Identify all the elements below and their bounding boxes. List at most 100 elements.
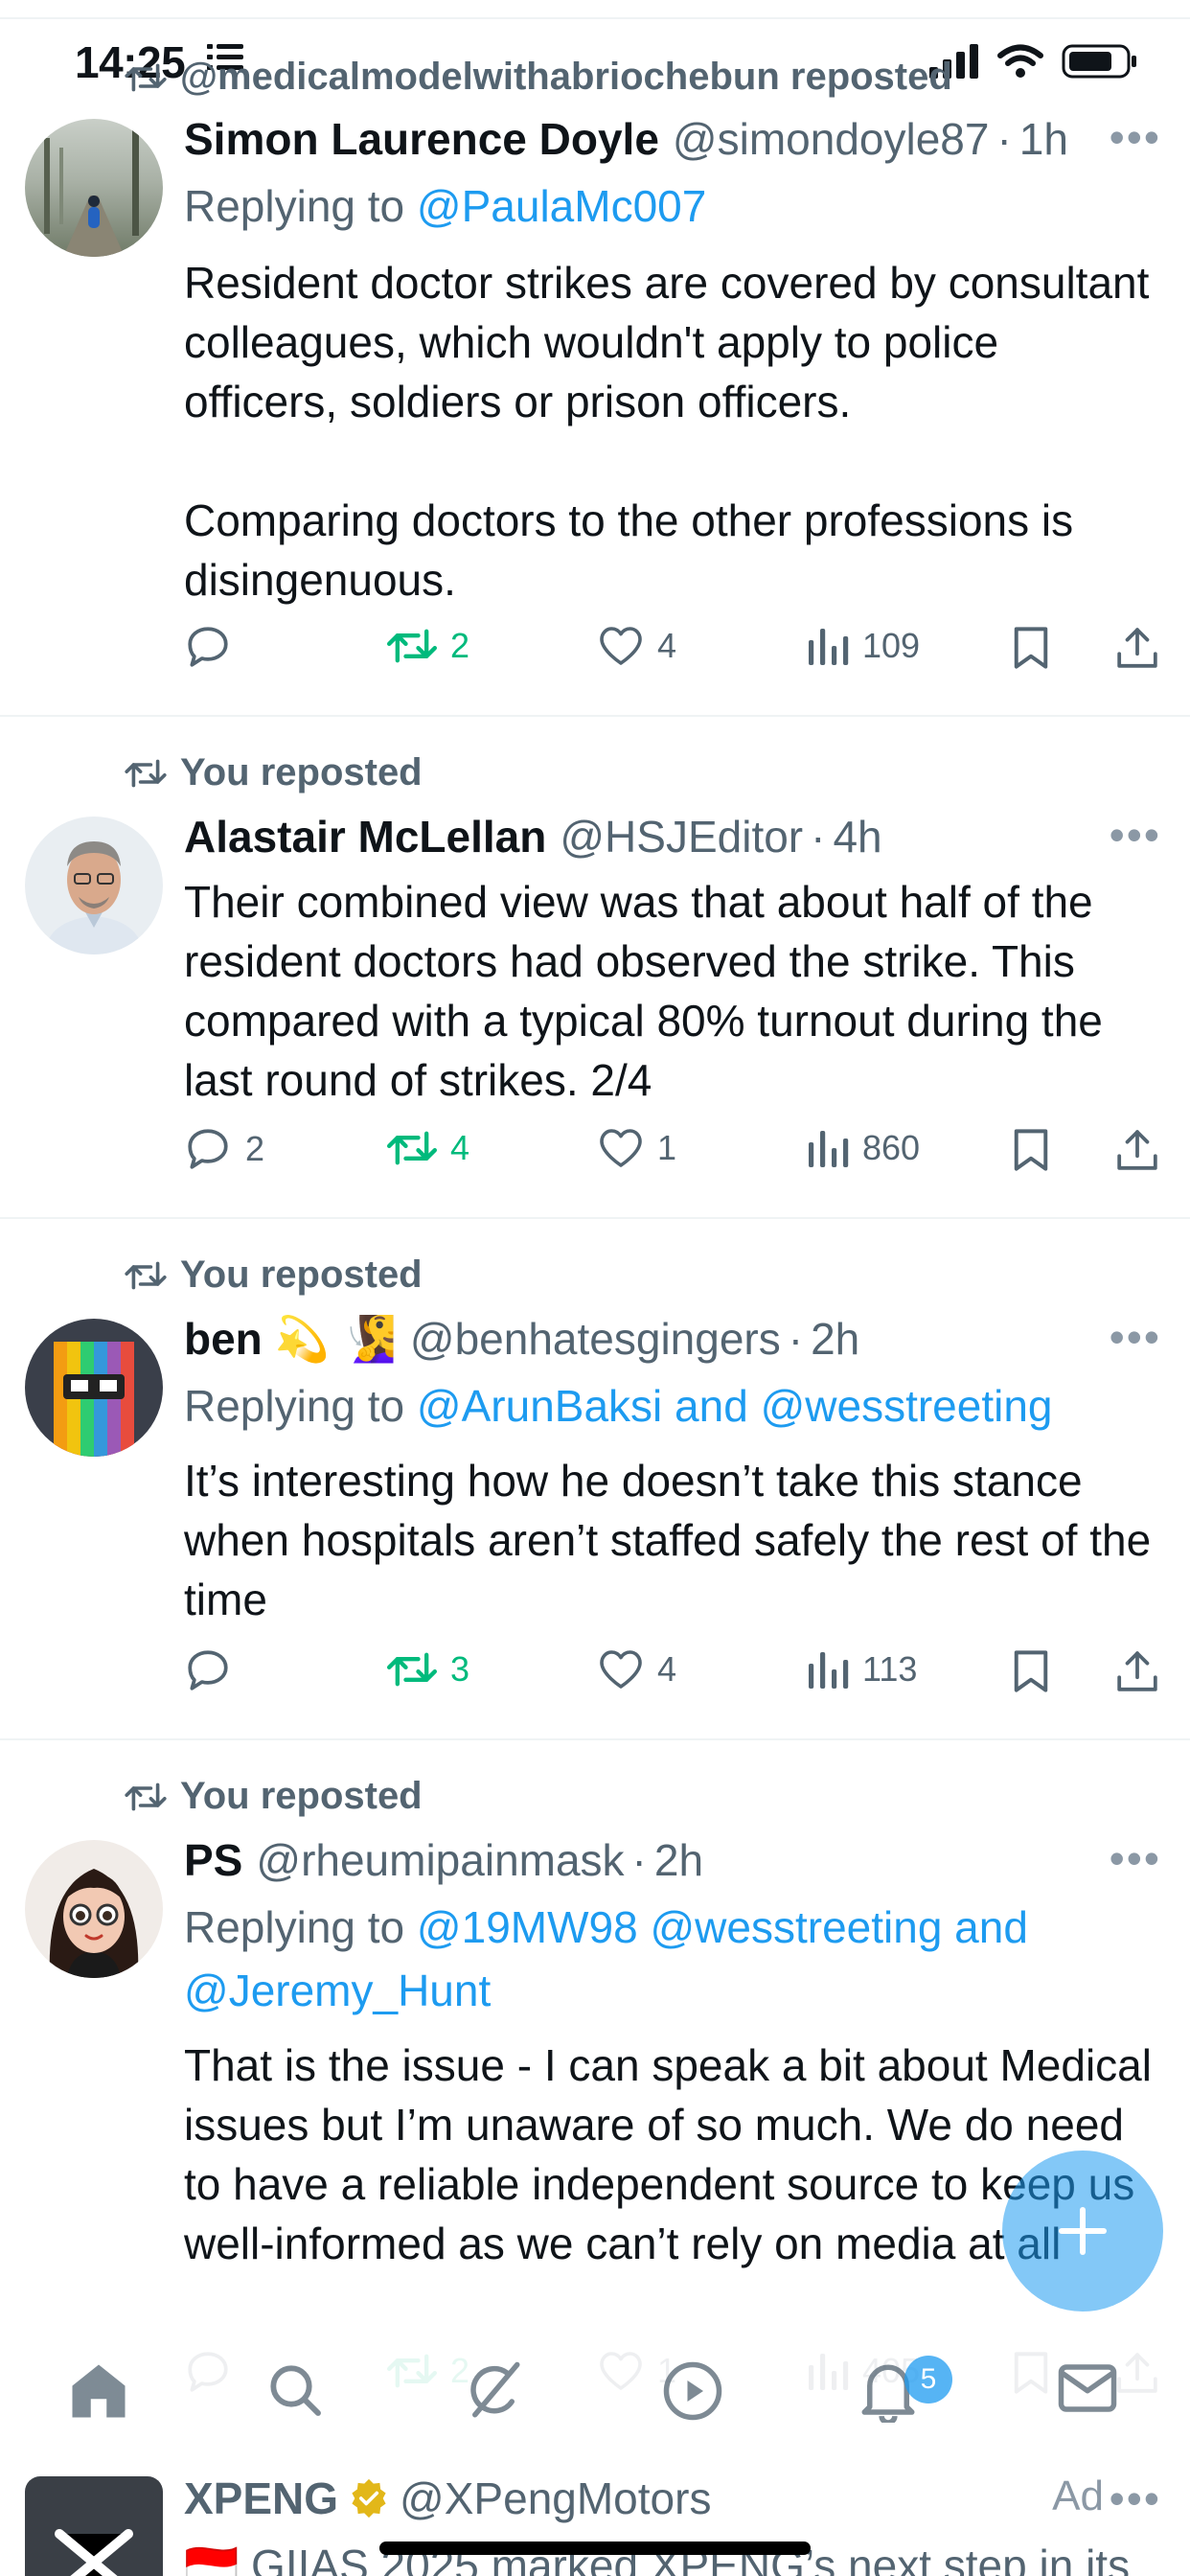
more-options-icon[interactable]: ••• (1110, 111, 1161, 163)
grok-tab[interactable] (462, 2359, 525, 2427)
bookmark-button[interactable] (1012, 625, 1050, 671)
tweet-time: 4h (833, 812, 882, 862)
ad-label: Ad (1052, 2472, 1104, 2519)
bookmark-button[interactable] (1012, 1127, 1050, 1173)
bookmark-button[interactable] (1012, 1648, 1050, 1694)
reply-button[interactable] (184, 625, 245, 669)
like-button[interactable]: 4 (598, 625, 676, 667)
repost-label: @medicalmodelwithabriochebun reposted (180, 56, 952, 98)
repost-count: 4 (450, 1128, 470, 1167)
view-count: 113 (862, 1649, 918, 1689)
view-count: 860 (862, 1128, 921, 1167)
reply-target-link[interactable]: @ArunBaksi and @wesstreeting (417, 1381, 1053, 1431)
repost-icon (125, 1782, 167, 1810)
share-button[interactable] (1115, 625, 1159, 671)
grok-icon (470, 2361, 520, 2418)
repost-icon (125, 1261, 167, 1289)
search-tab[interactable] (264, 2359, 326, 2426)
views-button[interactable]: 113 (807, 1648, 917, 1690)
tweet-text: Resident doctor strikes are covered by c… (184, 258, 1150, 605)
ad-handle[interactable]: @XPengMotors (400, 2472, 711, 2524)
repost-button[interactable]: 2 (387, 625, 469, 667)
repost-indicator[interactable]: You reposted (125, 1254, 423, 1297)
tweet-header: ben 💫 🧏‍♀️ @benhatesgingers · 2h (184, 1313, 1161, 1366)
repost-icon (125, 63, 167, 91)
notification-badge: 5 (904, 2356, 952, 2404)
home-tab[interactable] (67, 2359, 130, 2427)
share-icon (1117, 1651, 1157, 1691)
more-options-icon[interactable]: ••• (1110, 2472, 1161, 2524)
repost-label: You reposted (180, 751, 423, 794)
more-options-icon[interactable]: ••• (1110, 809, 1161, 861)
author-name[interactable]: Alastair McLellan (184, 811, 546, 862)
divider (0, 17, 1190, 19)
replying-to: Replying to @PaulaMc007 (184, 174, 1161, 238)
repost-count: 3 (450, 1649, 470, 1689)
repost-label: You reposted (180, 1254, 423, 1296)
more-options-icon[interactable]: ••• (1110, 1311, 1161, 1363)
tweet-text: Their combined view was that about half … (184, 877, 1115, 1105)
bottom-nav (0, 2327, 1190, 2461)
repost-indicator[interactable]: You reposted (125, 1775, 423, 1818)
share-button[interactable] (1115, 1127, 1159, 1173)
divider (0, 715, 1190, 717)
repost-icon (387, 1652, 437, 1687)
like-count: 4 (657, 1649, 677, 1689)
home-indicator (379, 2542, 811, 2555)
like-button[interactable]: 1 (598, 1127, 676, 1169)
bookmark-icon (1014, 627, 1048, 669)
tweet-text: It’s interesting how he doesn’t take thi… (184, 1456, 1163, 1624)
reply-target-link[interactable]: @PaulaMc007 (417, 181, 706, 231)
author-handle[interactable]: @rheumipainmask (256, 1834, 624, 1886)
repost-count: 2 (450, 626, 470, 665)
reply-button[interactable] (184, 1648, 245, 1692)
author-handle[interactable]: @simondoyle87 (673, 113, 990, 165)
repost-indicator[interactable]: @medicalmodelwithabriochebun reposted (125, 56, 952, 99)
views-icon (809, 1131, 849, 1167)
avatar[interactable] (25, 119, 163, 257)
repost-icon (125, 759, 167, 787)
like-button[interactable]: 4 (598, 1648, 676, 1690)
views-button[interactable]: 109 (807, 625, 920, 667)
bookmark-icon (1014, 1129, 1048, 1171)
avatar[interactable] (25, 816, 163, 954)
search-icon (270, 2365, 321, 2416)
share-icon (1117, 1130, 1157, 1170)
messages-tab[interactable] (1056, 2359, 1119, 2422)
status-indicators (929, 42, 1138, 80)
replying-to: Replying to @19MW98 @wesstreeting and @J… (184, 1896, 1161, 2022)
author-name[interactable]: PS (184, 1834, 242, 1886)
ad-name[interactable]: XPENG (184, 2472, 338, 2524)
author-name[interactable]: Simon Laurence Doyle (184, 113, 659, 165)
share-icon (1117, 628, 1157, 668)
views-button[interactable]: 860 (807, 1127, 920, 1169)
views-icon (809, 1652, 849, 1689)
ad-avatar (25, 2476, 163, 2576)
heart-icon (600, 627, 642, 665)
author-name[interactable]: ben 💫 🧏‍♀️ (184, 1313, 397, 1366)
reply-button[interactable]: 2 (184, 1127, 264, 1171)
tweet-time: 2h (811, 1314, 860, 1364)
repost-icon (387, 1131, 437, 1165)
share-button[interactable] (1115, 1648, 1159, 1694)
repost-button[interactable]: 3 (387, 1648, 469, 1690)
video-tab[interactable] (661, 2359, 724, 2427)
compose-button[interactable] (1002, 2150, 1163, 2312)
divider (0, 1217, 1190, 1219)
repost-label: You reposted (180, 1775, 423, 1817)
repost-indicator[interactable]: You reposted (125, 751, 423, 794)
repost-icon (387, 629, 437, 663)
avatar[interactable] (25, 1840, 163, 1978)
tweet-actions: 2 4 1 860 (184, 1127, 1161, 1184)
author-handle[interactable]: @benhatesgingers (410, 1313, 781, 1365)
verified-icon (352, 2478, 386, 2518)
more-options-icon[interactable]: ••• (1110, 1832, 1161, 1884)
reply-count: 2 (245, 1129, 265, 1168)
tweet-time: 1h (1018, 114, 1068, 164)
reply-prefix: Replying to (184, 181, 417, 231)
bookmark-icon (1014, 1650, 1048, 1692)
author-handle[interactable]: @HSJEditor (560, 811, 803, 862)
ad-tweet[interactable]: XPENG @XPengMotors Ad ••• 🇮🇩 GIIAS 2025 … (0, 2461, 1190, 2576)
avatar[interactable] (25, 1319, 163, 1457)
repost-button[interactable]: 4 (387, 1127, 469, 1169)
